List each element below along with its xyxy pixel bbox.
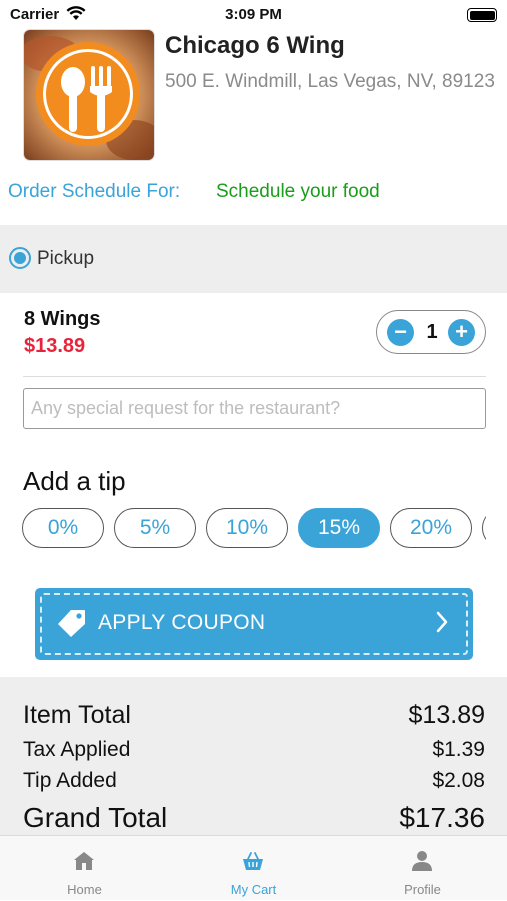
- tip-option-20[interactable]: 20%: [390, 508, 472, 548]
- pickup-label: Pickup: [37, 248, 95, 269]
- tab-profile-label: Profile: [404, 882, 441, 897]
- home-icon: [74, 852, 94, 870]
- tip-option-15[interactable]: 15%: [298, 508, 380, 548]
- tip-option-5[interactable]: 5%: [114, 508, 196, 548]
- tab-home[interactable]: Home: [0, 836, 169, 901]
- tip-added-label: Tip Added: [23, 769, 117, 792]
- tax-label: Tax Applied: [23, 738, 131, 761]
- tab-bar: Home My Cart Profile: [0, 835, 507, 900]
- tip-title: Add a tip: [23, 466, 126, 496]
- schedule-picker[interactable]: Schedule your food: [216, 181, 380, 203]
- tab-profile[interactable]: Profile: [338, 836, 507, 901]
- grand-total-label: Grand Total: [23, 802, 168, 833]
- tab-home-label: Home: [67, 882, 102, 897]
- tip-option-0[interactable]: 0%: [22, 508, 104, 548]
- chevron-right-icon: [436, 611, 448, 633]
- divider: [23, 376, 486, 377]
- item-price: $13.89: [24, 335, 86, 357]
- restaurant-logo-image: [24, 30, 154, 160]
- quantity-stepper: − 1 +: [376, 310, 486, 354]
- apply-coupon-button[interactable]: APPLY COUPON: [35, 588, 473, 660]
- tag-icon: [58, 610, 85, 637]
- battery-icon: [467, 8, 497, 22]
- tax-value: $1.39: [432, 738, 485, 761]
- decrease-quantity-button[interactable]: −: [387, 319, 414, 346]
- restaurant-logo: [24, 30, 154, 160]
- basket-icon: [243, 852, 263, 870]
- item-total-value: $13.89: [408, 701, 485, 729]
- status-bar: Carrier 3:09 PM: [0, 0, 507, 30]
- tip-option-more[interactable]: [482, 508, 486, 548]
- restaurant-address: 500 E. Windmill, Las Vegas, NV, 89123: [165, 71, 495, 92]
- schedule-label: Order Schedule For:: [8, 181, 181, 202]
- tab-my-cart-label: My Cart: [230, 882, 277, 897]
- clock: 3:09 PM: [225, 6, 282, 23]
- tip-options: 0% 5% 10% 15% 20%: [22, 508, 486, 550]
- restaurant-name: Chicago 6 Wing: [165, 32, 345, 59]
- quantity-value: 1: [426, 321, 438, 343]
- tip-option-10[interactable]: 10%: [206, 508, 288, 548]
- increase-quantity-button[interactable]: +: [448, 319, 475, 346]
- pickup-radio[interactable]: [9, 247, 31, 269]
- special-request-input[interactable]: [23, 388, 486, 429]
- tab-my-cart[interactable]: My Cart: [169, 836, 338, 901]
- tip-added-value: $2.08: [432, 769, 485, 792]
- item-total-label: Item Total: [23, 701, 131, 729]
- person-icon: [412, 851, 432, 871]
- grand-total-value: $17.36: [399, 802, 485, 833]
- apply-coupon-label: APPLY COUPON: [98, 611, 266, 634]
- item-name: 8 Wings: [24, 308, 101, 330]
